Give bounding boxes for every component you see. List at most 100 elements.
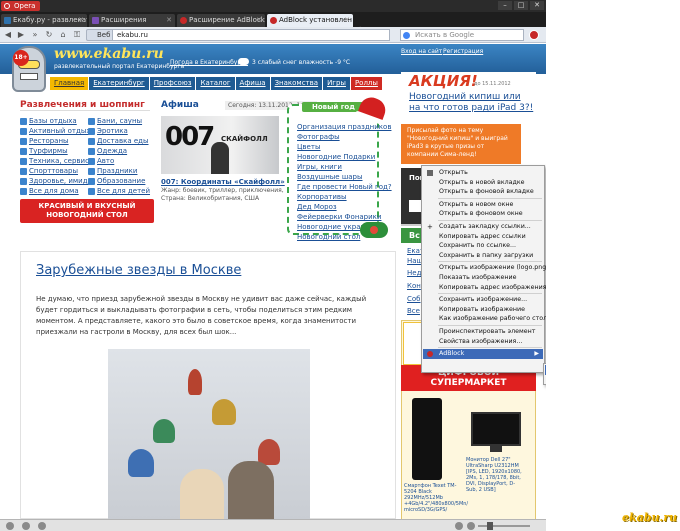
context-menu-item[interactable]: Свойства изображения...	[423, 337, 543, 347]
close-tab-icon[interactable]: ✕	[166, 14, 172, 27]
nav-item-afisha[interactable]: Афиша	[235, 77, 270, 90]
close-window-button[interactable]: ✕	[530, 1, 544, 10]
ent-link[interactable]: Все для детей	[88, 187, 150, 196]
article-photo[interactable]	[108, 349, 310, 519]
ny-link[interactable]: Фотографы	[297, 132, 392, 142]
ent-link[interactable]: Спорттовары	[20, 167, 94, 176]
context-menu-item[interactable]: Открыть в фоновой вкладке	[423, 187, 543, 197]
ny-link[interactable]: Дед Мороз	[297, 202, 392, 212]
monitor-image[interactable]	[471, 412, 521, 446]
context-menu-item[interactable]: Копировать изображение	[423, 305, 543, 315]
ny-link[interactable]: Организация праздников	[297, 122, 392, 132]
ent-link[interactable]: Все для дома	[20, 187, 94, 196]
monitor-caption[interactable]: Монитор Dell 27" UltraSharp U2312HM [IPS…	[466, 457, 522, 493]
context-menu-item[interactable]: Копировать адрес изображения	[423, 283, 546, 293]
movie-poster[interactable]: 007 СКАЙФОЛЛ	[161, 116, 279, 174]
side-link[interactable]: Соб	[407, 295, 421, 303]
new-year-table-banner[interactable]: КРАСИВЫЙ И ВКУСНЫЙ НОВОГОДНИЙ СТОЛ	[20, 199, 154, 223]
zoom-slider[interactable]	[478, 525, 530, 527]
article-title[interactable]: Зарубежные звезды в Москве	[36, 263, 241, 278]
minimize-button[interactable]: –	[498, 1, 512, 10]
context-menu-item[interactable]: Копировать адрес ссылки	[423, 232, 543, 242]
zoom-slider-thumb[interactable]	[487, 522, 493, 530]
view-icon[interactable]	[455, 522, 463, 530]
ent-link[interactable]: Турфирмы	[20, 147, 94, 156]
nav-item-dating[interactable]: Знакомства	[270, 77, 323, 90]
context-menu-item[interactable]: + Создать закладку ссылки...	[423, 222, 543, 232]
register-link[interactable]: Регистрация	[443, 48, 483, 55]
nav-item-home[interactable]: Главная	[50, 77, 89, 90]
ent-link[interactable]: Доставка еды	[88, 137, 150, 146]
search-input[interactable]: Искать в Google	[400, 29, 524, 41]
ent-link[interactable]: Эротика	[88, 127, 150, 136]
ent-link[interactable]: Образование	[88, 177, 150, 186]
site-logo[interactable]: www.ekabu.ru	[54, 46, 164, 62]
context-menu-item[interactable]: Показать изображение	[423, 273, 543, 283]
ent-link[interactable]: Бани, сауны	[88, 117, 150, 126]
ny-link[interactable]: Новогодние Подарки	[297, 152, 392, 162]
key-icon[interactable]: ⚿	[72, 30, 82, 40]
context-menu-item[interactable]: Проинспектировать элемент	[423, 327, 543, 337]
context-menu-item[interactable]: AdBlock ▶	[423, 349, 543, 360]
close-tab-icon[interactable]: ✕	[344, 14, 350, 27]
turbo-icon[interactable]	[467, 522, 475, 530]
nav-item-catalog[interactable]: Каталог	[196, 77, 235, 90]
downloads-icon[interactable]	[38, 522, 46, 530]
ny-link[interactable]: Цветы	[297, 142, 392, 152]
movie-title-link[interactable]: 007: Координаты «Скайфолл»	[161, 178, 285, 186]
ent-link[interactable]: Авто	[88, 157, 150, 166]
close-tab-icon[interactable]: ✕	[256, 14, 262, 27]
ent-link[interactable]: Активный отдых	[20, 127, 94, 136]
ny-link[interactable]: Корпоративы	[297, 192, 392, 202]
side-link[interactable]: Все	[407, 307, 420, 315]
ent-link[interactable]: Рестораны	[20, 137, 94, 146]
web-badge[interactable]: Веб	[86, 29, 115, 41]
smartphone-caption[interactable]: Смартфон Texet TM-5204 Black 292MHz/512M…	[404, 483, 468, 513]
ent-link[interactable]: Одежда	[88, 147, 150, 156]
maximize-button[interactable]: □	[514, 1, 528, 10]
smartphone-image[interactable]	[412, 398, 442, 480]
context-menu-item[interactable]: Сохранить по ссылке...	[423, 241, 543, 251]
login-link[interactable]: Вход на сайт	[401, 48, 442, 55]
context-menu-item[interactable]: Открыть	[423, 168, 543, 178]
ent-link[interactable]: Техника, сервис	[20, 157, 94, 166]
ny-link[interactable]: Где провести Новый год?	[297, 182, 392, 192]
adblock-toolbar-icon[interactable]	[529, 30, 539, 40]
fast-forward-icon[interactable]: »	[30, 30, 40, 40]
tab-adblock-installed[interactable]: AdBlock установлен! ✕	[267, 14, 353, 27]
context-menu-item[interactable]: Сохранить изображение...	[423, 295, 543, 305]
tab-extensions[interactable]: Расширения ✕	[89, 14, 175, 27]
promo-link[interactable]: Новогодний кипиш или на что готов ради i…	[409, 92, 534, 114]
afisha-title[interactable]: Афиша	[161, 100, 199, 110]
context-menu-item[interactable]: Открыть в новом окне	[423, 200, 543, 210]
ny-link[interactable]: Воздушные шары	[297, 172, 392, 182]
weather-link[interactable]: Погода в Екатеринбурге	[170, 59, 248, 66]
context-menu-item[interactable]: Открыть в новой вкладке	[423, 178, 543, 188]
ent-link[interactable]: Здоровье, имидж	[20, 177, 94, 186]
panel-toggle-icon[interactable]	[6, 522, 14, 530]
context-menu-item[interactable]: Как изображение рабочего стола	[423, 314, 551, 324]
contest-banner[interactable]: Присылай фото на тему "Новогодний кипиш"…	[401, 124, 521, 164]
ny-link[interactable]: Игры, книги	[297, 162, 392, 172]
ent-link[interactable]: Праздники	[88, 167, 150, 176]
reload-icon[interactable]: ↻	[44, 30, 54, 40]
ent-link[interactable]: Базы отдыха	[20, 117, 94, 126]
tab-adblock-extension[interactable]: Расширение AdBlock ...✕	[177, 14, 265, 27]
opera-menu-button[interactable]: Opera	[1, 1, 41, 11]
nav-item-rolls[interactable]: Роллы	[350, 77, 382, 90]
back-icon[interactable]: ◀	[3, 30, 13, 40]
context-menu-item[interactable]: Открыть изображение (logo.png)	[423, 263, 549, 273]
close-tab-icon[interactable]: ✕	[78, 14, 84, 27]
side-link[interactable]: Нед	[407, 269, 421, 277]
ny-link[interactable]: Фейерверки Фонарики	[297, 212, 392, 222]
home-icon[interactable]: ⌂	[58, 30, 68, 40]
speed-dial-icon[interactable]	[22, 522, 30, 530]
tab-ekabu[interactable]: Екабу.ру - развлекате...✕	[1, 14, 87, 27]
forward-icon[interactable]: ▶	[16, 30, 26, 40]
context-menu-item[interactable]: Открыть в фоновом окне	[423, 209, 543, 219]
nav-item-profsoyuz[interactable]: Профсоюз	[149, 77, 196, 90]
url-input[interactable]: ekabu.ru▼	[112, 29, 496, 41]
nav-item-games[interactable]: Игры	[323, 77, 350, 90]
context-menu-item[interactable]: Сохранить в папку загрузки	[423, 251, 543, 261]
nav-item-ekaterinburg[interactable]: Екатеринбург	[89, 77, 149, 90]
